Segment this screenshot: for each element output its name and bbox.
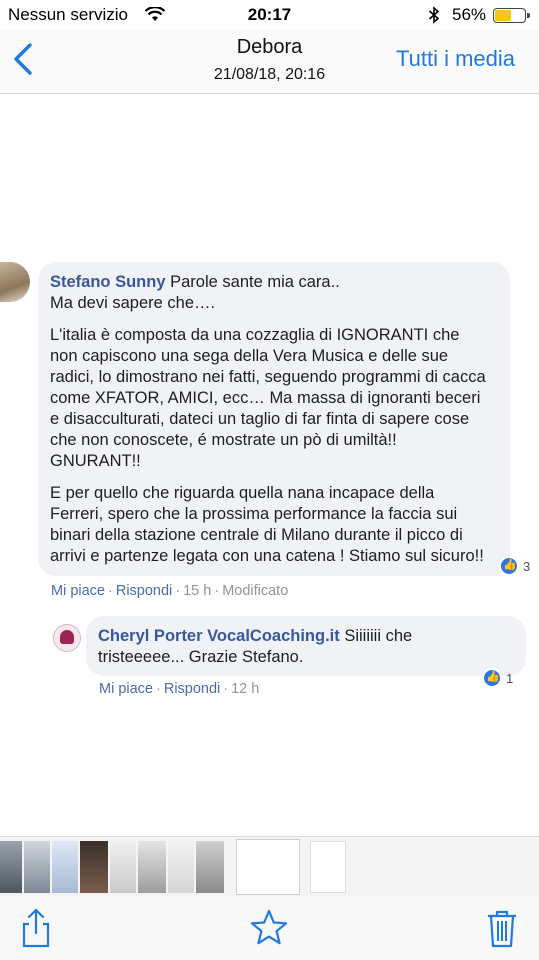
thumbnail[interactable] bbox=[52, 841, 78, 893]
star-icon[interactable] bbox=[249, 908, 289, 948]
like-reaction-icon bbox=[482, 668, 502, 688]
comment-paragraph: L'italia è composta da una cozzaglia di … bbox=[50, 326, 486, 470]
reaction-summary[interactable]: 3 bbox=[499, 555, 530, 577]
reply-bubble: Cheryl Porter VocalCoaching.it Siiiiiii … bbox=[86, 616, 526, 676]
reply-text: Cheryl Porter VocalCoaching.it Siiiiiii … bbox=[98, 626, 516, 668]
battery-nub bbox=[527, 13, 530, 18]
comment-bubble: Stefano Sunny Parole sante mia cara.. Ma… bbox=[38, 262, 510, 576]
comment-author[interactable]: Stefano Sunny bbox=[50, 273, 166, 291]
comment-paragraph: E per quello che riguarda quella nana in… bbox=[50, 484, 484, 565]
thumbnail-strip[interactable] bbox=[0, 836, 539, 897]
reply-author[interactable]: Cheryl Porter VocalCoaching.it bbox=[98, 627, 340, 645]
trash-icon[interactable] bbox=[482, 908, 522, 948]
share-icon[interactable] bbox=[16, 908, 56, 948]
reaction-count: 3 bbox=[523, 558, 531, 574]
reply-link[interactable]: Rispondi bbox=[164, 681, 220, 697]
thumbnail[interactable] bbox=[24, 841, 50, 893]
thumbnail-selected[interactable] bbox=[236, 839, 300, 895]
reaction-count: 1 bbox=[506, 670, 514, 686]
thumbnail[interactable] bbox=[0, 841, 22, 893]
comment-time: 15 h bbox=[183, 583, 212, 599]
battery-fill bbox=[495, 10, 511, 21]
all-media-button[interactable]: Tutti i media bbox=[396, 46, 515, 72]
like-link[interactable]: Mi piace bbox=[51, 583, 105, 599]
thumbnail[interactable] bbox=[138, 841, 166, 893]
reply-actions: Mi piace · Rispondi · 12 h bbox=[99, 681, 260, 697]
thumbnail[interactable] bbox=[310, 841, 346, 893]
edited-label: Modificato bbox=[222, 583, 289, 599]
comment-text: Stefano Sunny Parole sante mia cara.. Ma… bbox=[50, 272, 500, 567]
like-link[interactable]: Mi piace bbox=[99, 681, 153, 697]
battery-percentage: 56% bbox=[452, 5, 487, 24]
thumbnail[interactable] bbox=[168, 841, 194, 893]
avatar bbox=[0, 262, 30, 302]
navigation-bar: Debora 21/08/18, 20:16 Tutti i media bbox=[0, 30, 539, 94]
bluetooth-icon bbox=[428, 6, 440, 24]
reply-link[interactable]: Rispondi bbox=[116, 583, 172, 599]
reply-time: 12 h bbox=[231, 681, 260, 697]
bottom-toolbar bbox=[0, 896, 539, 960]
thumbnail[interactable] bbox=[196, 841, 224, 893]
battery-icon bbox=[493, 8, 530, 23]
reaction-summary[interactable]: 1 bbox=[482, 667, 513, 689]
avatar bbox=[53, 624, 81, 652]
thumbnail[interactable] bbox=[80, 841, 108, 893]
status-bar: Nessun servizio 20:17 56% bbox=[0, 0, 539, 30]
like-reaction-icon bbox=[499, 556, 519, 576]
thumbnail[interactable] bbox=[110, 841, 136, 893]
photo-viewer[interactable]: Stefano Sunny Parole sante mia cara.. Ma… bbox=[0, 94, 539, 836]
comment-actions: Mi piace · Rispondi · 15 h · Modificato bbox=[51, 583, 289, 599]
